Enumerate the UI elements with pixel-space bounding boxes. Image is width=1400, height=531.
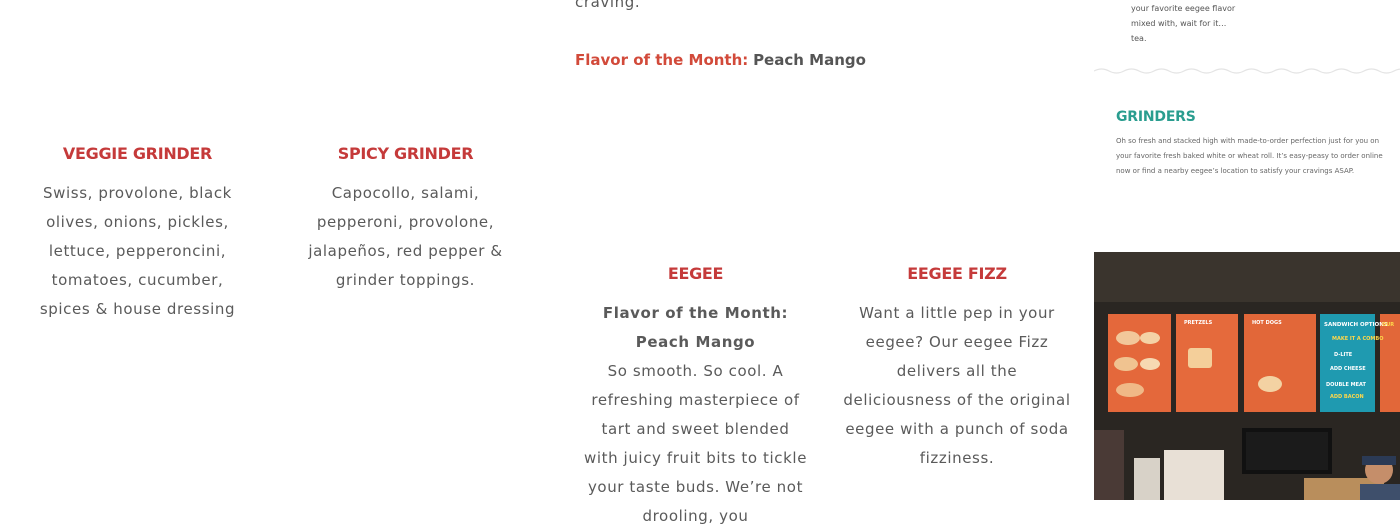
menu-item-eegee-fizz: EEGEE FIZZ Want a little pep in your eeg… xyxy=(843,264,1071,473)
sign-text: MAKE IT A COMBO xyxy=(1332,336,1383,342)
sign-text: OUR xyxy=(1382,322,1394,328)
sign-text: PRETZELS xyxy=(1184,320,1213,326)
intro-paragraph: craving. xyxy=(575,0,1055,22)
menu-item-title: SPICY GRINDER xyxy=(337,144,474,163)
intro-partial-line: craving. xyxy=(575,0,641,11)
sign-text: SANDWICH OPTIONS xyxy=(1324,322,1388,328)
menu-item-title: EEGEE xyxy=(667,264,724,283)
sign-text: D-LITE xyxy=(1334,352,1353,358)
menu-item-highlight: Flavor of the Month: Peach Mango xyxy=(602,304,789,351)
sign-text: DOUBLE MEAT xyxy=(1326,382,1366,388)
flavor-of-month-line: Flavor of the Month: Peach Mango xyxy=(575,51,866,69)
grinders-description: Oh so fresh and stacked high with made-t… xyxy=(1116,137,1383,175)
menu-item-title: EEGEE FIZZ xyxy=(907,264,1007,283)
menu-item-eegee: EEGEE Flavor of the Month: Peach Mango S… xyxy=(583,264,808,531)
flavor-of-month-value: Peach Mango xyxy=(753,51,866,69)
menu-item-description: Swiss, provolone, black olives, onions, … xyxy=(39,184,236,318)
menu-item-spicy-grinder: SPICY GRINDER Capocollo, salami, peppero… xyxy=(293,144,518,295)
tea-note: your favorite eegee flavor mixed with, w… xyxy=(1131,4,1236,43)
menu-item-title: VEGGIE GRINDER xyxy=(62,144,213,163)
menu-item-description: Want a little pep in your eegee? Our eeg… xyxy=(843,304,1071,467)
grinders-title[interactable]: GRINDERS xyxy=(1116,109,1196,125)
sign-text: HOT DOGS xyxy=(1252,320,1282,326)
wave-divider xyxy=(1094,68,1400,74)
store-photo-illustration: PRETZELS HOT DOGS SANDWICH OPTIONS MAKE … xyxy=(1094,252,1400,500)
store-menu-board-photo: PRETZELS HOT DOGS SANDWICH OPTIONS MAKE … xyxy=(1094,252,1400,500)
flavor-of-month-label: Flavor of the Month: xyxy=(575,51,749,69)
menu-item-description: Capocollo, salami, pepperoni, provolone,… xyxy=(308,184,503,289)
sign-text: ADD BACON xyxy=(1330,394,1364,400)
menu-item-veggie-grinder: VEGGIE GRINDER Swiss, provolone, black o… xyxy=(25,144,250,324)
sign-text: ADD CHEESE xyxy=(1330,366,1366,372)
menu-item-description: So smooth. So cool. A refreshing masterp… xyxy=(583,362,808,525)
